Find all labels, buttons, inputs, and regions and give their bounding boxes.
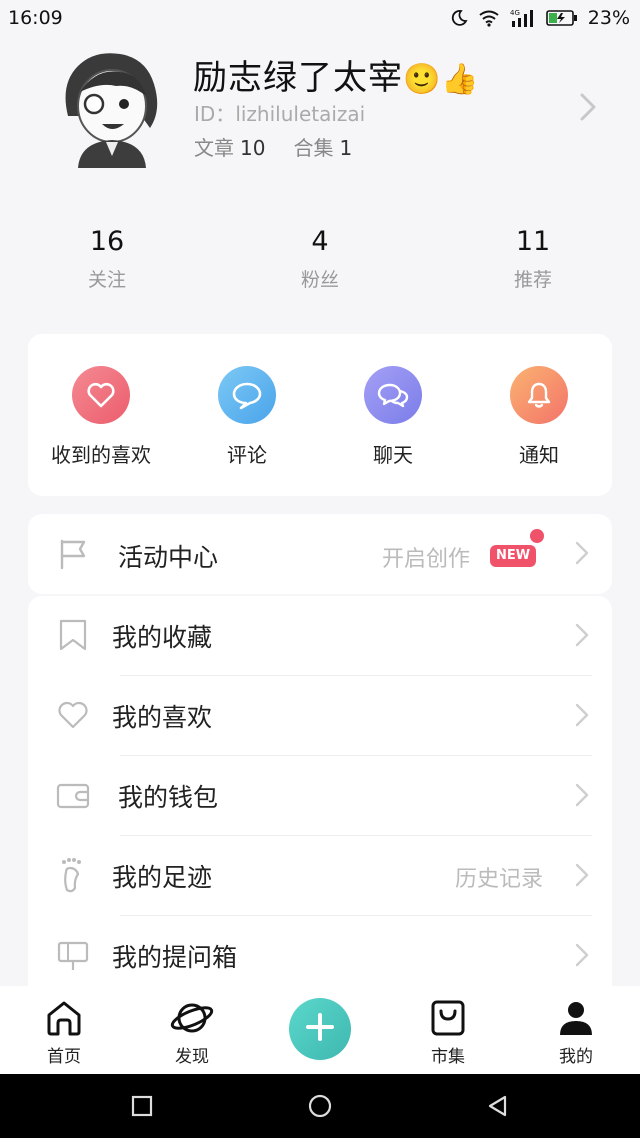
menu-item-label: 我的足迹 <box>112 863 213 892</box>
chevron-right-icon <box>574 782 590 812</box>
stats-row: 16 关注 4 粉丝 11 推荐 <box>0 226 640 306</box>
battery-percent: 23% <box>587 7 630 29</box>
heart-outline-icon <box>56 700 90 730</box>
nav-discover[interactable]: 发现 <box>142 996 242 1067</box>
menu-item-footprints[interactable]: 我的足迹 历史记录 <box>28 836 612 916</box>
quick-action-notify[interactable]: 通知 <box>466 366 612 468</box>
emoji: 🙂👍 <box>403 62 480 97</box>
back-button[interactable] <box>484 1092 512 1120</box>
user-id: ID：lizhiluletaizai <box>194 98 365 127</box>
user-id-label: ID： <box>194 102 236 126</box>
activity-center-label: 活动中心 <box>118 543 219 572</box>
chevron-right-icon <box>574 702 590 732</box>
activity-center-hint: 开启创作 <box>382 547 471 572</box>
plus-icon <box>304 1011 336 1047</box>
new-badge: NEW <box>490 545 537 567</box>
chevron-right-icon[interactable] <box>578 92 598 126</box>
person-icon <box>526 996 626 1040</box>
menu-item-label: 我的钱包 <box>118 783 219 812</box>
quick-action-chat[interactable]: 聊天 <box>320 366 466 468</box>
menu-list: 我的收藏 我的喜欢 我的钱包 我的足迹 历史记录 我的提问箱 <box>28 596 612 1016</box>
system-nav-bar <box>0 1074 640 1138</box>
planet-icon <box>142 996 242 1040</box>
status-time: 16:09 <box>8 7 63 29</box>
footprint-icon <box>58 856 88 894</box>
activity-center-row[interactable]: 活动中心 开启创作 NEW <box>28 514 612 594</box>
shopping-bag-icon <box>398 996 498 1040</box>
menu-item-label: 我的提问箱 <box>112 943 238 972</box>
question-box-icon <box>56 940 90 972</box>
wifi-icon <box>478 9 500 27</box>
stat-following[interactable]: 16 关注 <box>7 226 207 292</box>
profile-header[interactable]: 励志绿了太宰🙂👍 ID：lizhiluletaizai 文章 10 合集 1 <box>0 36 640 206</box>
quick-action-comments[interactable]: 评论 <box>174 366 320 468</box>
recents-button[interactable] <box>128 1092 156 1120</box>
notification-dot <box>530 529 544 543</box>
menu-item-likes[interactable]: 我的喜欢 <box>28 676 612 756</box>
battery-icon <box>545 10 578 26</box>
home-icon <box>14 996 114 1040</box>
chat-icon <box>364 366 422 424</box>
history-hint: 历史记录 <box>455 867 544 892</box>
bell-icon <box>510 366 568 424</box>
menu-item-question-box[interactable]: 我的提问箱 <box>28 916 612 996</box>
create-post-button[interactable] <box>289 998 351 1060</box>
wallet-icon <box>56 782 90 810</box>
status-bar: 16:09 4G 23% <box>0 0 640 36</box>
profile-counts: 文章 10 合集 1 <box>194 132 352 161</box>
menu-item-label: 我的喜欢 <box>112 703 213 732</box>
collections-count[interactable]: 合集 1 <box>293 132 352 161</box>
user-id-value: lizhiluletaizai <box>235 102 366 126</box>
articles-count[interactable]: 文章 10 <box>194 132 265 161</box>
stat-recommend[interactable]: 11 推荐 <box>433 226 633 292</box>
nav-me[interactable]: 我的 <box>526 996 626 1067</box>
chevron-right-icon <box>574 942 590 972</box>
nav-home[interactable]: 首页 <box>14 996 114 1067</box>
username: 励志绿了太宰🙂👍 <box>193 58 480 98</box>
moon-icon <box>450 9 468 27</box>
menu-item-wallet[interactable]: 我的钱包 <box>28 756 612 836</box>
quick-action-likes[interactable]: 收到的喜欢 <box>28 366 174 468</box>
quick-actions-card: 收到的喜欢 评论 聊天 通知 <box>28 334 612 496</box>
heart-icon <box>72 366 130 424</box>
avatar[interactable] <box>50 44 170 168</box>
comment-icon <box>218 366 276 424</box>
flag-icon <box>58 538 90 570</box>
stat-fans[interactable]: 4 粉丝 <box>220 226 420 292</box>
svg-text:4G: 4G <box>510 9 520 17</box>
bookmark-icon <box>58 618 88 652</box>
bottom-nav: 首页 发现 市集 我的 <box>0 986 640 1074</box>
nav-market[interactable]: 市集 <box>398 996 498 1067</box>
chevron-right-icon <box>574 622 590 652</box>
status-icons: 4G 23% <box>450 7 630 29</box>
menu-item-label: 我的收藏 <box>112 623 213 652</box>
chevron-right-icon <box>574 862 590 892</box>
menu-item-favorites[interactable]: 我的收藏 <box>28 596 612 676</box>
chevron-right-icon <box>574 540 590 570</box>
home-button[interactable] <box>306 1092 334 1120</box>
signal-icon: 4G <box>510 8 536 28</box>
